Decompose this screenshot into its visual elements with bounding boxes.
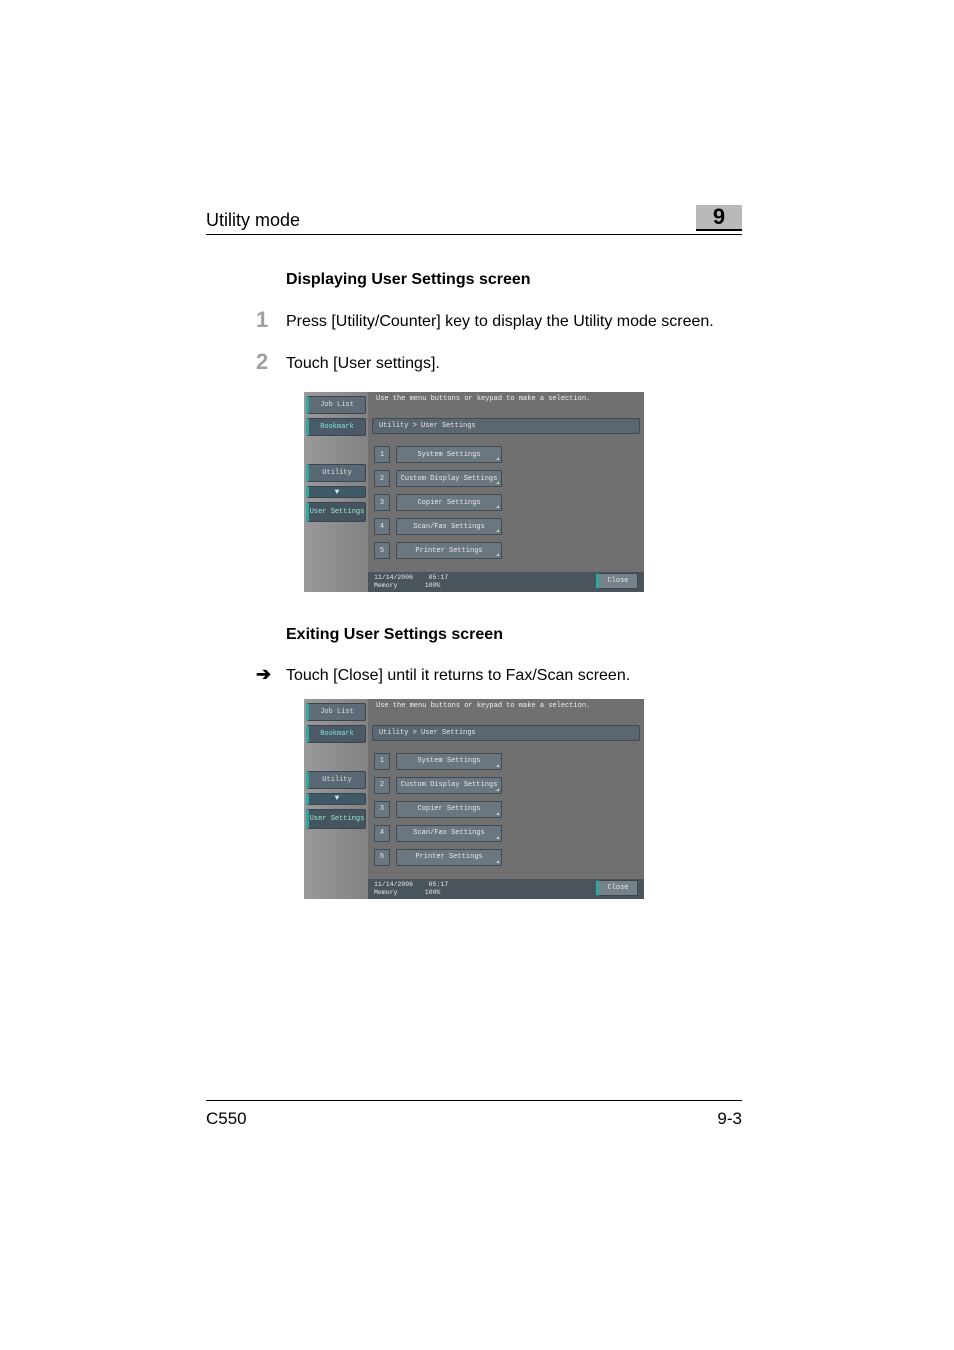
menu-index: 4 [374,518,390,535]
step-text: Press [Utility/Counter] key to display t… [286,309,742,333]
menu-index: 2 [374,470,390,487]
menu-index: 3 [374,801,390,818]
menu-index: 4 [374,825,390,842]
step-2: 2 Touch [User settings]. [256,351,742,375]
footer-memory-value: 100% [425,889,441,896]
step-1: 1 Press [Utility/Counter] key to display… [256,309,742,333]
chapter-number: 9 [713,204,725,230]
menu-item-1[interactable]: 1 System Settings [374,753,502,770]
footer-memory-label: Memory [374,889,397,896]
arrow-step-text: Touch [Close] until it returns to Fax/Sc… [286,664,742,687]
menu-item-3[interactable]: 3 Copier Settings [374,801,502,818]
menu-index: 5 [374,542,390,559]
page-footer: C550 9-3 [206,1100,742,1129]
tab-user-settings[interactable]: User Settings [306,809,366,829]
tab-utility[interactable]: Utility [306,464,366,482]
footer-model: C550 [206,1109,247,1129]
menu-label: Copier Settings [396,494,502,511]
menu-item-2[interactable]: 2 Custom Display Settings [374,777,502,794]
screenshot-footer: 11/14/2006 05:17 Memory 100% Close [368,879,644,899]
menu-item-4[interactable]: 4 Scan/Fax Settings [374,825,502,842]
menu-label: Copier Settings [396,801,502,818]
footer-date: 11/14/2006 [374,574,413,581]
screenshot-message: Use the menu buttons or keypad to make a… [376,702,590,710]
screenshot-main: Use the menu buttons or keypad to make a… [368,392,644,592]
running-head: Utility mode 9 [206,205,742,235]
footer-time: 05:17 [429,881,449,888]
tab-user-settings[interactable]: User Settings [306,502,366,522]
menu-label: Custom Display Settings [396,470,502,487]
menu-label: Scan/Fax Settings [396,518,502,535]
footer-time: 05:17 [429,574,449,581]
screenshot-user-settings: Job List Bookmark Utility ▼ User Setting… [304,392,644,592]
screenshot-footer: 11/14/2006 05:17 Memory 100% Close [368,572,644,592]
chapter-number-box: 9 [696,205,742,231]
menu-index: 1 [374,753,390,770]
menu-item-2[interactable]: 2 Custom Display Settings [374,470,502,487]
menu-index: 3 [374,494,390,511]
down-arrow-icon[interactable]: ▼ [306,793,366,805]
menu-item-5[interactable]: 5 Printer Settings [374,542,502,559]
tab-bookmark[interactable]: Bookmark [306,725,366,743]
menu-item-3[interactable]: 3 Copier Settings [374,494,502,511]
section-title-exit: Exiting User Settings screen [286,626,742,644]
menu-index: 1 [374,446,390,463]
menu-item-5[interactable]: 5 Printer Settings [374,849,502,866]
tab-job-list[interactable]: Job List [306,396,366,414]
step-number: 2 [256,351,286,373]
menu-label: Printer Settings [396,849,502,866]
screenshot-sidebar: Job List Bookmark Utility ▼ User Setting… [304,699,368,899]
header-title: Utility mode [206,210,300,231]
section-title-display: Displaying User Settings screen [286,271,742,289]
menu-index: 5 [374,849,390,866]
menu-item-4[interactable]: 4 Scan/Fax Settings [374,518,502,535]
arrow-icon: ➔ [256,664,286,685]
menu-label: Printer Settings [396,542,502,559]
screenshot-user-settings-2: Job List Bookmark Utility ▼ User Setting… [304,699,644,899]
footer-page: 9-3 [717,1109,742,1129]
menu-label: System Settings [396,753,502,770]
menu-label: System Settings [396,446,502,463]
menu-label: Custom Display Settings [396,777,502,794]
arrow-step: ➔ Touch [Close] until it returns to Fax/… [256,664,742,687]
breadcrumb: Utility > User Settings [372,725,640,741]
step-text: Touch [User settings]. [286,351,742,375]
screenshot-message: Use the menu buttons or keypad to make a… [376,395,590,403]
footer-date: 11/14/2006 [374,881,413,888]
tab-bookmark[interactable]: Bookmark [306,418,366,436]
down-arrow-icon[interactable]: ▼ [306,486,366,498]
footer-memory-label: Memory [374,582,397,589]
menu-label: Scan/Fax Settings [396,825,502,842]
footer-memory-value: 100% [425,582,441,589]
tab-job-list[interactable]: Job List [306,703,366,721]
screenshot-sidebar: Job List Bookmark Utility ▼ User Setting… [304,392,368,592]
screenshot-main: Use the menu buttons or keypad to make a… [368,699,644,899]
close-button[interactable]: Close [596,880,638,896]
close-button[interactable]: Close [596,573,638,589]
tab-utility[interactable]: Utility [306,771,366,789]
step-number: 1 [256,309,286,331]
breadcrumb: Utility > User Settings [372,418,640,434]
menu-item-1[interactable]: 1 System Settings [374,446,502,463]
menu-index: 2 [374,777,390,794]
